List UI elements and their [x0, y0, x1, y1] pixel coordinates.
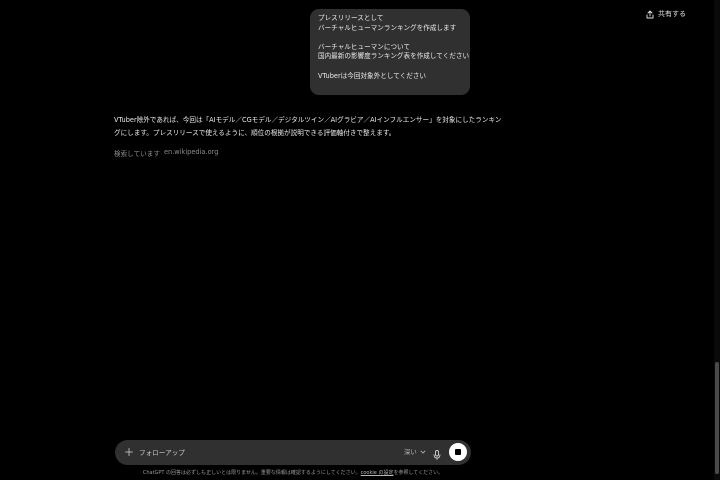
- scrollbar-thumb[interactable]: [715, 362, 719, 474]
- user-message-line: バーチャルヒューマンランキングを作成します: [318, 23, 457, 32]
- user-message-line: 国内最新の影響度ランキング表を作成してください: [318, 52, 470, 61]
- plus-icon[interactable]: +: [123, 446, 135, 458]
- stop-icon: [455, 449, 461, 455]
- share-label: 共有する: [658, 10, 686, 18]
- user-message-bubble: プレスリリースとして バーチャルヒューマンランキングを作成します バーチャルヒュ…: [310, 9, 470, 95]
- search-status-label: 検索しています: [114, 150, 160, 158]
- assistant-reply-line: グにします。プレスリリースで使えるように、順位の根拠が説明できる評価軸付きで整え…: [114, 128, 396, 137]
- follow-up-input[interactable]: [139, 446, 379, 459]
- user-message-line: プレスリリースとして: [318, 14, 384, 22]
- cookie-settings-link[interactable]: cookie の設定: [361, 470, 394, 476]
- share-button[interactable]: 共有する: [646, 7, 686, 21]
- composer: + 深い: [115, 440, 471, 465]
- chat-page: 共有する プレスリリースとして バーチャルヒューマンランキングを作成します バー…: [0, 0, 720, 480]
- depth-label: 深い: [404, 448, 417, 456]
- user-message-line: [318, 33, 462, 43]
- mic-icon[interactable]: [431, 446, 443, 460]
- user-message-line: [318, 62, 462, 72]
- disclaimer: ChatGPT の回答は必ずしも正しいとは限りません。重要な情報は確認するように…: [0, 469, 586, 476]
- assistant-reply: VTuber除外であれば、今回は「AIモデル／CGモデル／デジタルツイン／AIグ…: [114, 114, 502, 139]
- search-status: 検索しています en.wikipedia.org: [114, 148, 218, 158]
- disclaimer-text: ChatGPT の回答は必ずしも正しいとは限りません。重要な情報は確認するように…: [142, 470, 361, 476]
- user-message-line: VTuberは今回対象外としてください: [318, 71, 426, 80]
- chevron-down-icon: [420, 448, 426, 456]
- search-status-site: en.wikipedia.org: [163, 148, 219, 156]
- assistant-reply-line: VTuber除外であれば、今回は「AIモデル／CGモデル／デジタルツイン／AIグ…: [114, 116, 502, 124]
- stop-button[interactable]: [449, 443, 467, 461]
- share-icon: [646, 10, 654, 19]
- disclaimer-suffix: を参照してください。: [393, 470, 444, 476]
- depth-select[interactable]: 深い: [404, 447, 426, 456]
- user-message-line: バーチャルヒューマンについて: [318, 42, 411, 51]
